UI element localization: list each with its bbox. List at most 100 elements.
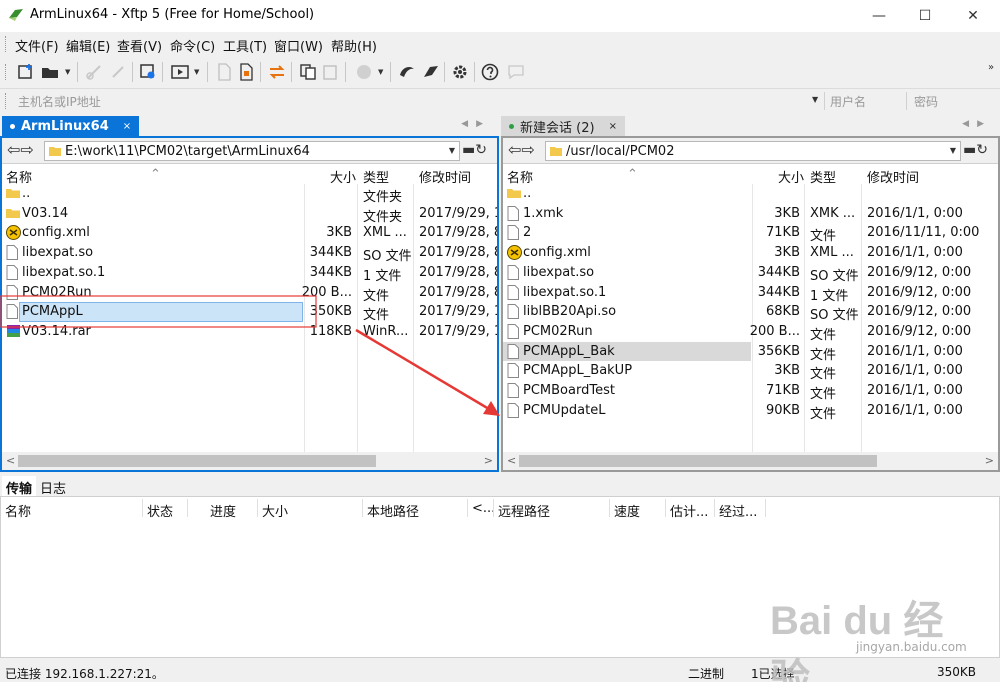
disconnect-icon[interactable] xyxy=(108,62,128,82)
local-path-field[interactable]: E:\work\11\PCM02\target\ArmLinux64 ▼ xyxy=(44,141,460,161)
menu-window[interactable]: 窗口(W) xyxy=(274,36,323,55)
file-row[interactable]: config.xml 3KB XML ... 2017/9/28, 8 xyxy=(2,223,497,243)
tab-scroll-icon[interactable]: ◀▶ xyxy=(461,119,491,129)
file-row[interactable]: PCM02Run 200 B... 文件 2016/9/12, 0:00 xyxy=(503,322,998,343)
file-row[interactable]: PCMBoardTest 71KB 文件 2016/1/1, 0:00 xyxy=(503,381,998,402)
close-button[interactable]: ✕ xyxy=(950,0,996,32)
path-dropdown-icon[interactable]: ▼ xyxy=(950,146,956,155)
xftp-icon[interactable] xyxy=(421,62,441,82)
settings-icon[interactable] xyxy=(450,62,470,82)
file-row[interactable]: PCM02Run 200 B... 文件 2017/9/28, 8 xyxy=(2,283,497,304)
tcol-remote-path[interactable]: 远程路径 xyxy=(498,501,550,520)
minimize-button[interactable]: — xyxy=(856,0,902,32)
help-icon[interactable] xyxy=(480,62,500,82)
host-dropdown-icon[interactable]: ▼ xyxy=(812,95,818,104)
file-name: liblBB20Api.so xyxy=(523,304,617,320)
tab-close-icon[interactable]: × xyxy=(609,121,617,132)
file-row[interactable]: .. xyxy=(503,184,998,204)
tab-close-icon[interactable]: × xyxy=(123,121,131,132)
menu-edit[interactable]: 编辑(E) xyxy=(66,36,110,55)
scroll-left-icon[interactable]: < xyxy=(507,454,516,467)
path-dropdown-icon[interactable]: ▼ xyxy=(449,146,455,155)
file-row[interactable]: 2 71KB 文件 2016/11/11, 0:00 xyxy=(503,223,998,244)
tcol-progress[interactable]: 进度 xyxy=(210,501,236,520)
connect-icon[interactable] xyxy=(84,62,104,82)
tcol-name[interactable]: 名称 xyxy=(5,501,31,520)
tcol-elapsed[interactable]: 经过... xyxy=(719,501,757,520)
menu-file[interactable]: 文件(F) xyxy=(15,36,59,55)
file-row[interactable]: V03.14 文件夹 2017/9/29, 1 xyxy=(2,204,497,225)
remote-hscroll[interactable]: < > xyxy=(503,452,998,470)
open-folder-icon[interactable] xyxy=(40,62,60,82)
file-row[interactable]: PCMAppL_Bak 356KB 文件 2016/1/1, 0:00 xyxy=(503,341,998,363)
file-row[interactable]: 1.xmk 3KB XMK ... 2016/1/1, 0:00 xyxy=(503,204,998,224)
folder-tools-icon[interactable]: ▬↻ xyxy=(462,142,487,158)
file-type: WinR... xyxy=(363,323,409,339)
file-row[interactable]: libexpat.so.1 344KB 1 文件 2017/9/28, 8 xyxy=(2,263,497,284)
transfer-icon[interactable] xyxy=(267,62,287,82)
back-forward-icon[interactable]: ⇦⇨ xyxy=(508,142,535,158)
open-dropdown-icon[interactable]: ▼ xyxy=(65,68,70,76)
paste-icon[interactable] xyxy=(320,62,340,82)
file-row[interactable]: liblBB20Api.so 68KB SO 文件 2016/9/12, 0:00 xyxy=(503,302,998,323)
file-row[interactable]: libexpat.so 344KB SO 文件 2016/9/12, 0:00 xyxy=(503,263,998,284)
xshell-icon[interactable] xyxy=(397,62,417,82)
username-input[interactable]: 用户名 xyxy=(830,93,866,110)
scroll-thumb[interactable] xyxy=(18,455,376,467)
tab-new-session[interactable]: 新建会话 (2) × xyxy=(501,116,625,136)
file-row[interactable]: PCMUpdateL 90KB 文件 2016/1/1, 0:00 xyxy=(503,401,998,422)
tab-log[interactable]: 日志 xyxy=(36,476,70,497)
file-type: 文件 xyxy=(363,288,390,304)
scroll-left-icon[interactable]: < xyxy=(6,454,15,467)
address-separator xyxy=(906,92,907,110)
menu-tools[interactable]: 工具(T) xyxy=(223,36,267,55)
file-type: 文件夹 xyxy=(363,209,403,225)
scroll-right-icon[interactable]: > xyxy=(985,454,994,467)
file-row[interactable]: libexpat.so.1 344KB 1 文件 2016/9/12, 0:00 xyxy=(503,283,998,304)
scroll-thumb[interactable] xyxy=(519,455,877,467)
file-row[interactable]: PCMAppL_BakUP 3KB 文件 2016/1/1, 0:00 xyxy=(503,361,998,382)
toolbar-overflow-icon[interactable]: » xyxy=(988,62,994,73)
file-size: 3KB xyxy=(774,245,800,261)
toolbar-grip xyxy=(5,64,7,80)
file-row[interactable]: libexpat.so 344KB SO 文件 2017/9/28, 8 xyxy=(2,243,497,264)
host-input[interactable]: 主机名或IP地址 xyxy=(18,93,101,110)
file-row[interactable]: PCMAppL 350KB 文件 2017/9/29, 1 xyxy=(2,302,497,323)
copy-icon[interactable] xyxy=(298,62,318,82)
file-name: libexpat.so.1 xyxy=(523,284,607,300)
file-name: PCM02Run xyxy=(523,323,593,339)
run-dropdown-icon[interactable]: ▼ xyxy=(194,68,199,76)
run-icon[interactable] xyxy=(170,62,190,82)
tcol-size[interactable]: 大小 xyxy=(262,501,288,520)
menu-help[interactable]: 帮助(H) xyxy=(331,36,377,55)
new-session-icon[interactable] xyxy=(16,62,36,82)
tab-transfer[interactable]: 传输 xyxy=(2,476,37,497)
tcol-estimated[interactable]: 估计... xyxy=(670,501,708,520)
tcol-direction[interactable]: <... xyxy=(472,501,495,516)
scroll-right-icon[interactable]: > xyxy=(484,454,493,467)
file-row[interactable]: config.xml 3KB XML ... 2016/1/1, 0:00 xyxy=(503,243,998,263)
properties-icon[interactable] xyxy=(138,62,158,82)
password-input[interactable]: 密码 xyxy=(914,93,938,110)
folder-icon xyxy=(507,186,521,202)
tcol-status[interactable]: 状态 xyxy=(147,501,173,520)
new-file-icon[interactable] xyxy=(214,62,234,82)
maximize-button[interactable]: ☐ xyxy=(902,0,948,32)
folder-tools-icon[interactable]: ▬↻ xyxy=(963,142,988,158)
file-row[interactable]: .. 文件夹 xyxy=(2,184,497,205)
chat-icon[interactable] xyxy=(506,62,526,82)
menu-view[interactable]: 查看(V) xyxy=(117,36,162,55)
tab-scroll-icon[interactable]: ◀▶ xyxy=(962,119,992,129)
back-forward-icon[interactable]: ⇦⇨ xyxy=(7,142,34,158)
edit-file-icon[interactable] xyxy=(236,62,256,82)
local-hscroll[interactable]: < > xyxy=(2,452,497,470)
globe-icon[interactable] xyxy=(354,62,374,82)
remote-path-field[interactable]: /usr/local/PCM02 ▼ xyxy=(545,141,961,161)
file-type: 文件 xyxy=(810,406,837,422)
globe-dropdown-icon[interactable]: ▼ xyxy=(378,68,383,76)
tcol-local-path[interactable]: 本地路径 xyxy=(367,501,419,520)
tcol-speed[interactable]: 速度 xyxy=(614,501,640,520)
menu-command[interactable]: 命令(C) xyxy=(170,36,215,55)
file-row[interactable]: V03.14.rar 118KB WinR... 2017/9/29, 1 xyxy=(2,322,497,342)
tab-armlinux64[interactable]: ArmLinux64 × xyxy=(2,116,140,136)
